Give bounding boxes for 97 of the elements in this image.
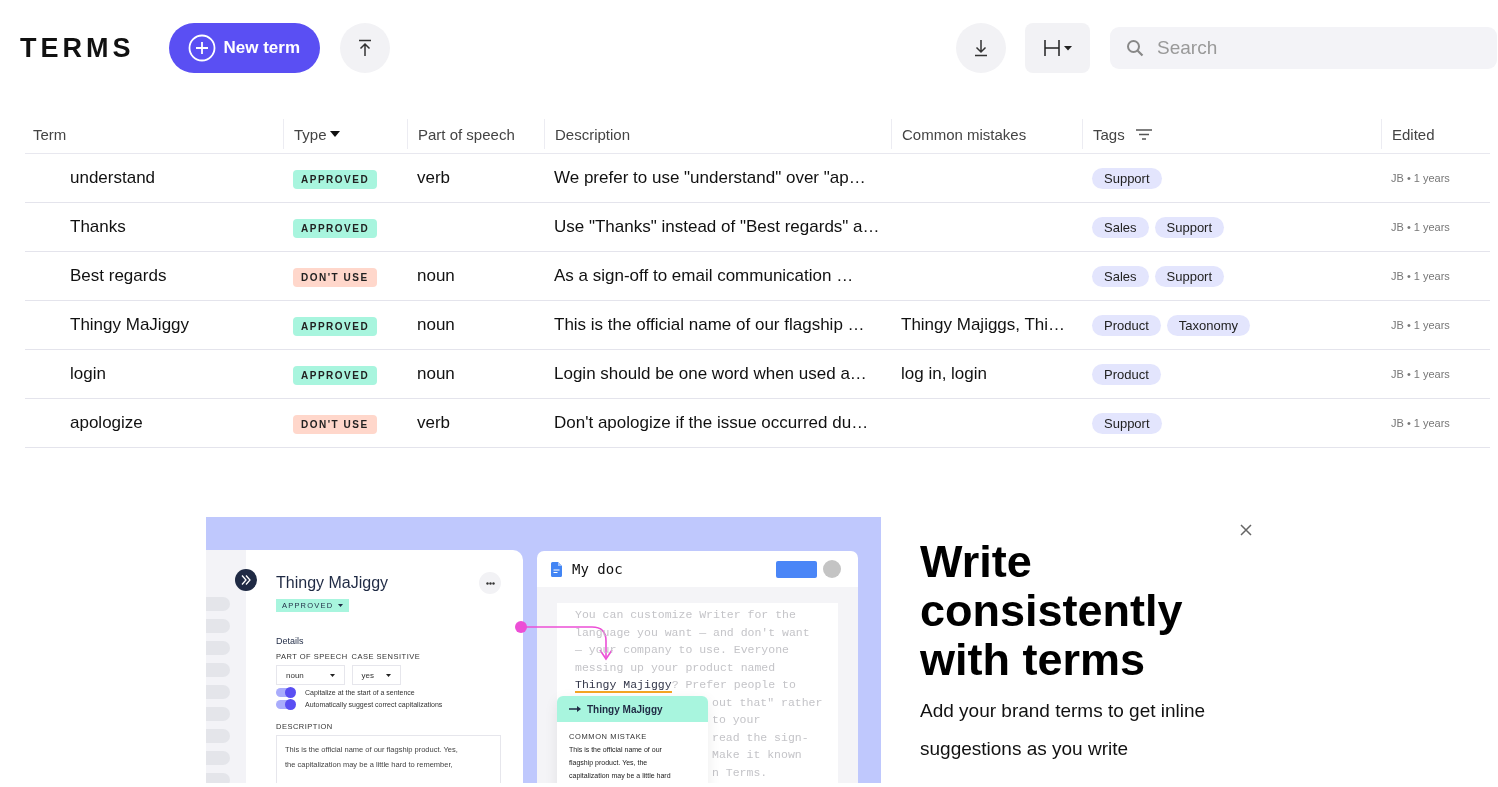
placeholder-bar [206,707,230,721]
tag-chip[interactable]: Support [1154,216,1225,238]
term-cell: Best regards [70,266,167,285]
placeholder-bar [206,751,230,765]
description-cell: We prefer to use "understand" over "ap… [554,168,866,187]
toggle-switch[interactable] [276,700,295,709]
document-text: You can customize Writer for the [575,608,796,621]
caret-icon [338,604,344,607]
more-button[interactable] [479,572,501,594]
tag-chip[interactable]: Taxonomy [1166,314,1251,336]
promo-heading: Write consistently with terms [920,537,1184,684]
part-of-speech-cell: noun [417,364,455,383]
status-badge: APPROVED [293,218,378,238]
share-button[interactable] [776,560,817,578]
caret-icon [385,673,391,677]
column-header[interactable]: Type [294,125,327,143]
placeholder-bar [206,663,230,677]
term-cell: Thingy MaJiggy [70,315,190,334]
section-heading: Details [276,636,305,646]
status-badge: DON'T USE [293,267,377,287]
plus-circle-icon [187,34,216,62]
part-of-speech-cell: verb [417,413,451,432]
placeholder-bar [206,773,230,783]
dropdown-field[interactable]: yes [351,665,401,685]
term-cell: apologize [70,413,143,432]
placeholder-bar [206,685,230,699]
column-header[interactable]: Description [555,125,631,143]
term-title: Thingy MaJiggy [276,574,389,592]
placeholder-bar [206,641,230,655]
part-of-speech-cell: verb [417,168,451,187]
search-field[interactable]: Search [1110,27,1497,69]
document-text: ? Prefer people to [671,678,796,691]
ellipsis-icon [485,581,495,585]
heading-dropdown-button[interactable] [1025,23,1090,73]
placeholder-bar [206,597,230,611]
tag-chip[interactable]: Support [1092,412,1162,434]
part-of-speech-cell: noun [417,315,455,334]
status-badge: APPROVED [293,316,378,336]
description-cell: This is the official name of our flagship … [554,315,865,334]
dropdown-field[interactable]: noun [276,665,345,685]
document-title: My doc [572,561,623,577]
arrow-right-icon [569,706,581,712]
column-header[interactable]: Tags [1093,125,1125,143]
toggle-switch[interactable] [276,688,295,697]
common-mistakes-cell: log in, login [901,364,987,383]
document-icon [551,561,562,577]
avatar [823,560,841,578]
part-of-speech-cell: noun [417,266,455,285]
status-badge: DON'T USE [293,414,377,434]
column-header[interactable]: Common mistakes [902,125,1027,143]
tag-chip[interactable]: Product [1092,314,1161,336]
document-text: read the sign- [712,730,809,744]
edited-cell: JB • 1 years [1391,319,1450,331]
column-header[interactable]: Term [33,125,67,143]
description-cell: Use "Thanks" instead of "Best regards" a… [554,217,880,236]
tag-chip[interactable]: Sales [1092,265,1149,287]
tag-chip[interactable]: Support [1092,167,1162,189]
document-text: n Terms. [712,765,768,779]
flagged-word[interactable]: Thingy Majiggy [575,678,672,693]
download-icon [973,39,989,57]
filter-icon [1135,128,1152,140]
document-text: to your [712,713,761,726]
promo-subtitle: Add your brand terms to get inline suggestions as you write [920,699,1207,761]
description-cell: Don't apologize if the issue occurred du… [554,413,869,432]
edited-cell: JB • 1 years [1391,368,1450,380]
common-mistakes-cell: Thingy Majiggs, Thi… [901,315,1066,334]
description-cell: As a sign-off to email communication … [554,266,854,285]
edited-cell: JB • 1 years [1391,270,1450,282]
tag-chip[interactable]: Support [1154,265,1225,287]
document-text: out that" rather [712,695,823,709]
edited-cell: JB • 1 years [1391,221,1450,233]
caret-icon [330,673,335,677]
download-button[interactable] [956,23,1006,73]
heading-icon [1042,39,1073,57]
status-badge: APPROVED [293,365,378,385]
close-icon [1240,524,1252,536]
placeholder-bar [206,729,230,743]
edited-cell: JB • 1 years [1391,417,1450,429]
placeholder-bar [206,619,230,633]
status-badge: APPROVED [293,169,378,189]
term-cell: login [70,364,106,383]
description-cell: Login should be one word when used a… [554,364,867,383]
edited-cell: JB • 1 years [1391,172,1450,184]
document-text: messing up your product named [575,660,776,674]
app-logo: TERMS [20,32,135,64]
column-header[interactable]: Part of speech [418,125,515,143]
new-term-button[interactable]: New term [168,23,321,73]
tag-chip[interactable]: Product [1092,363,1161,385]
term-cell: understand [70,168,156,187]
upload-icon [357,39,374,57]
term-cell: Thanks [70,217,126,236]
close-button[interactable] [1239,523,1253,537]
sort-caret-icon [329,131,340,137]
document-text: Make it known [712,748,802,761]
tag-chip[interactable]: Sales [1092,216,1149,238]
upload-button[interactable] [340,23,391,73]
column-header[interactable]: Edited [1392,125,1435,143]
